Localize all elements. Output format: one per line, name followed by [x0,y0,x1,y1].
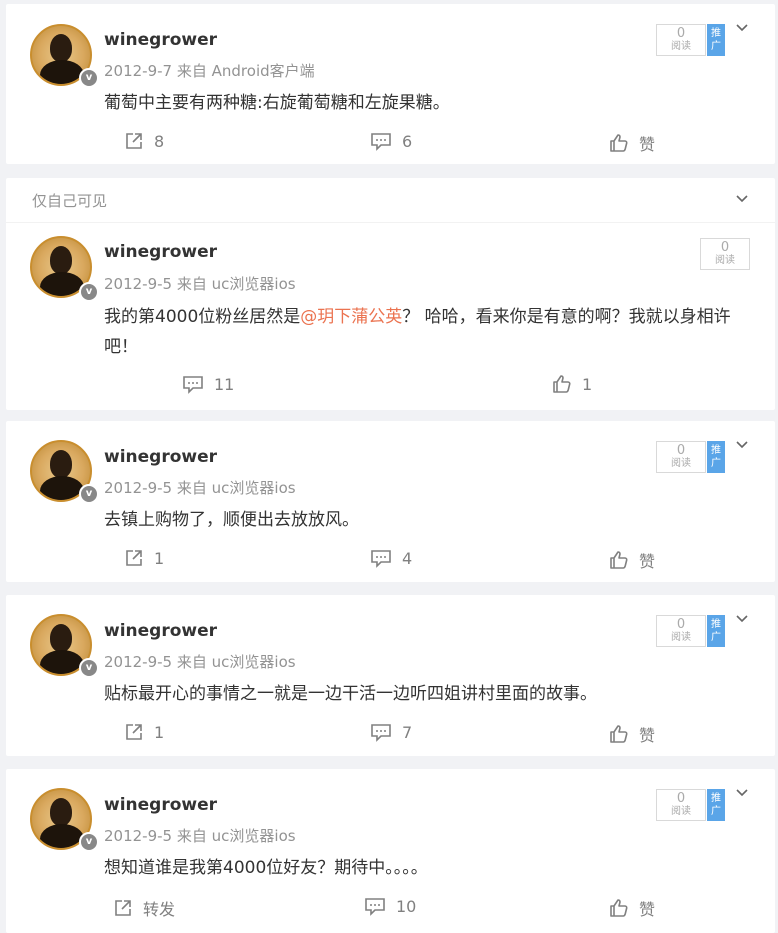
comment-button[interactable]: 11 [182,374,234,394]
verified-badge-icon: v [79,282,99,302]
verified-badge-icon: v [79,832,99,852]
comment-button[interactable]: 10 [364,896,416,916]
post-date[interactable]: 2012-9-7 [104,62,172,80]
post-meta: 2012-9-5 来自 uc浏览器ios [104,825,296,846]
thumbs-up-icon [610,899,628,917]
repost-icon [126,550,142,566]
thumbs-up-icon [553,375,571,393]
username[interactable]: winegrower [104,795,217,815]
promote-button[interactable]: 推广 [707,789,725,821]
username[interactable]: winegrower [104,30,217,50]
thumbs-up-icon [610,134,628,152]
like-button[interactable]: 赞 [609,896,655,920]
comment-icon [183,376,203,394]
repost-button[interactable]: 1 [124,722,164,742]
post-meta: 2012-9-5 来自 uc浏览器ios [104,651,296,672]
read-count-box: 0 阅读 [656,615,706,647]
repost-icon [126,724,142,740]
chevron-down-icon[interactable] [736,22,748,34]
like-button[interactable]: 赞 [609,131,655,155]
verified-badge-icon: v [79,484,99,504]
post-meta: 2012-9-5 来自 uc浏览器ios [104,477,296,498]
feed-card: v winegrower 2012-9-7 来自 Android客户端 葡萄中主… [6,4,775,164]
repost-button[interactable]: 8 [124,131,164,151]
post-date[interactable]: 2012-9-5 [104,653,172,671]
comment-icon [371,550,391,568]
read-count-box: 0 阅读 [656,789,706,821]
repost-button[interactable]: 1 [124,548,164,568]
like-button[interactable]: 赞 [609,722,655,746]
read-count-box: 0 阅读 [656,24,706,56]
comment-button[interactable]: 7 [370,722,412,742]
comment-icon [371,724,391,742]
repost-button[interactable]: 转发 [113,896,175,920]
feed-card: v winegrower 2012-9-5 来自 uc浏览器ios 想知道谁是我… [6,769,775,933]
repost-icon [126,133,142,149]
post-source: 来自 uc浏览器ios [176,653,296,671]
post-meta: 2012-9-7 来自 Android客户端 [104,60,315,81]
username[interactable]: winegrower [104,447,217,467]
post-date[interactable]: 2012-9-5 [104,827,172,845]
post-date[interactable]: 2012-9-5 [104,479,172,497]
read-count-box: 0 阅读 [656,441,706,473]
comment-button[interactable]: 6 [370,131,412,151]
post-text: 贴标最开心的事情之一就是一边干活一边听四姐讲村里面的故事。 [104,684,597,704]
post-meta: 2012-9-5 来自 uc浏览器ios [104,273,296,294]
feed-card: 仅自己可见 v winegrower 2012-9-5 来自 uc浏览器ios … [6,178,775,410]
thumbs-up-icon [610,551,628,569]
feed-card: v winegrower 2012-9-5 来自 uc浏览器ios 去镇上购物了… [6,421,775,582]
promote-button[interactable]: 推广 [707,24,725,56]
comment-icon [365,898,385,916]
post-source: 来自 uc浏览器ios [176,479,296,497]
divider [6,222,775,223]
verified-badge-icon: v [79,68,99,88]
post-text: 我的第4000位粉丝居然是@玥下蒲公英？ 哈哈，看来你是有意的啊？我就以身相许吧… [104,307,731,357]
post-text: 去镇上购物了，顺便出去放放风。 [104,510,359,530]
chevron-down-icon[interactable] [736,787,748,799]
verified-badge-icon: v [79,658,99,678]
post-source: 来自 uc浏览器ios [176,827,296,845]
promote-button[interactable]: 推广 [707,615,725,647]
thumbs-up-icon [610,725,628,743]
repost-icon [115,900,131,916]
username[interactable]: winegrower [104,242,217,262]
comment-button[interactable]: 4 [370,548,412,568]
feed-card: v winegrower 2012-9-5 来自 uc浏览器ios 贴标最开心的… [6,595,775,756]
username[interactable]: winegrower [104,621,217,641]
like-button[interactable]: 1 [552,374,592,394]
visibility-label: 仅自己可见 [32,192,108,210]
chevron-down-icon[interactable] [736,613,748,625]
mention-link[interactable]: @玥下蒲公英 [300,307,402,327]
post-date[interactable]: 2012-9-5 [104,275,172,293]
promote-button[interactable]: 推广 [707,441,725,473]
chevron-down-icon[interactable] [736,193,748,205]
post-source: 来自 Android客户端 [176,62,315,80]
read-count-box: 0 阅读 [700,238,750,270]
post-text: 葡萄中主要有两种糖:右旋葡萄糖和左旋果糖。 [104,93,450,113]
post-text: 想知道谁是我第4000位好友？期待中。。。。 [104,858,428,878]
chevron-down-icon[interactable] [736,439,748,451]
post-source: 来自 uc浏览器ios [176,275,296,293]
comment-icon [371,133,391,151]
like-button[interactable]: 赞 [609,548,655,572]
